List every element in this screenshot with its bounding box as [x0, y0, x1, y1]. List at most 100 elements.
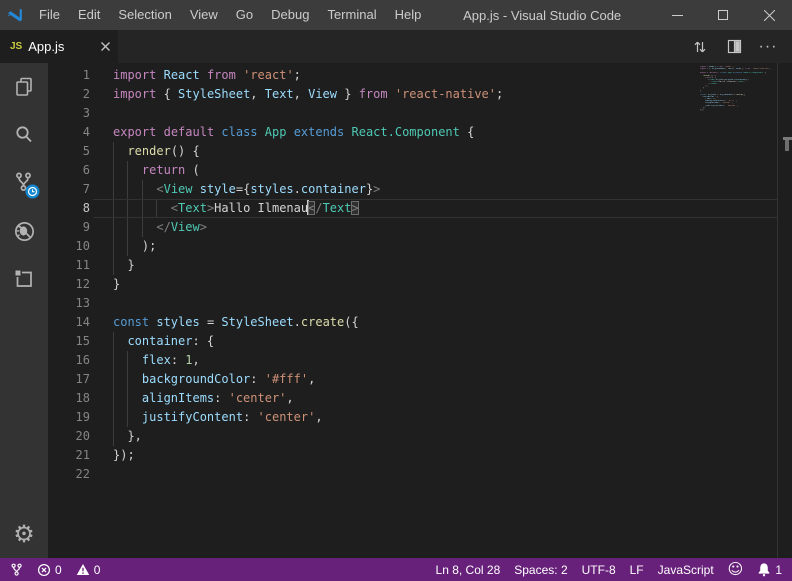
- errors-item[interactable]: 0: [37, 563, 62, 577]
- code-line-3: 3: [48, 104, 792, 123]
- line-number: 12: [48, 275, 90, 294]
- indent-guide: [113, 142, 114, 161]
- indent-guide: [127, 408, 128, 427]
- pending-clock-badge: [25, 184, 40, 199]
- indent-guide: [113, 161, 114, 180]
- encoding-label: UTF-8: [582, 563, 616, 577]
- line-number: 16: [48, 351, 90, 370]
- code-line-20: 20 },: [48, 427, 792, 446]
- indentation-label: Spaces: 2: [514, 563, 567, 577]
- notifications[interactable]: 1: [757, 562, 782, 577]
- indent-guide: [127, 237, 128, 256]
- search-icon[interactable]: [0, 111, 48, 159]
- menu-edit[interactable]: Edit: [69, 0, 109, 30]
- code-editor[interactable]: 1import React from 'react';2import { Sty…: [48, 63, 792, 558]
- indent-guide: [113, 180, 114, 199]
- warnings-item-label: 0: [94, 563, 101, 577]
- code-line-14: 14const styles = StyleSheet.create({: [48, 313, 792, 332]
- menu-view[interactable]: View: [181, 0, 227, 30]
- code-line-7: 7 <View style={styles.container}>: [48, 180, 792, 199]
- menu-selection[interactable]: Selection: [109, 0, 180, 30]
- indent-guide: [127, 351, 128, 370]
- more-actions-icon[interactable]: ···: [756, 35, 780, 59]
- title-bar: FileEditSelectionViewGoDebugTerminalHelp…: [0, 0, 792, 30]
- indent-guide: [113, 237, 114, 256]
- encoding[interactable]: UTF-8: [582, 563, 616, 577]
- tab-label: App.js: [28, 39, 64, 54]
- smiley-icon: ☺: [728, 562, 744, 577]
- line-number: 14: [48, 313, 90, 332]
- code-line-17: 17 backgroundColor: '#fff',: [48, 370, 792, 389]
- feedback-smiley[interactable]: ☺: [728, 562, 744, 577]
- code-line-2: 2import { StyleSheet, Text, View } from …: [48, 85, 792, 104]
- error-icon: [37, 563, 51, 577]
- maximize-button[interactable]: [700, 0, 746, 30]
- source-control-icon[interactable]: [0, 159, 48, 207]
- warnings-item[interactable]: 0: [76, 563, 101, 577]
- minimap[interactable]: import React from 'react';import { Style…: [700, 66, 777, 113]
- indentation[interactable]: Spaces: 2: [514, 563, 567, 577]
- line-number: 6: [48, 161, 90, 180]
- line-number: 13: [48, 294, 90, 313]
- extensions-icon[interactable]: [0, 255, 48, 303]
- close-button[interactable]: [746, 0, 792, 30]
- indent-guide: [113, 408, 114, 427]
- code-line-1: 1import React from 'react';: [48, 66, 792, 85]
- notifications-label: 1: [775, 563, 782, 577]
- menu-terminal[interactable]: Terminal: [318, 0, 385, 30]
- cursor-position[interactable]: Ln 8, Col 28: [436, 563, 501, 577]
- indent-guide: [113, 351, 114, 370]
- line-number: 4: [48, 123, 90, 142]
- line-number: 3: [48, 104, 90, 123]
- javascript-file-icon: JS: [10, 41, 22, 52]
- window-title: App.js - Visual Studio Code: [430, 8, 654, 23]
- status-bar: 0 0 Ln 8, Col 28 Spaces: 2 UTF-8 LF JavaScrip…: [0, 558, 792, 581]
- tab-appjs[interactable]: JS App.js: [0, 30, 118, 63]
- code-line-19: 19 justifyContent: 'center',: [48, 408, 792, 427]
- code-line-6: 6 return (: [48, 161, 792, 180]
- indent-guide: [113, 370, 114, 389]
- line-number: 17: [48, 370, 90, 389]
- language-mode[interactable]: JavaScript: [658, 563, 714, 577]
- menu-file[interactable]: File: [30, 0, 69, 30]
- indent-guide: [142, 218, 143, 237]
- eol[interactable]: LF: [630, 563, 644, 577]
- code-line-16: 16 flex: 1,: [48, 351, 792, 370]
- code-line-12: 12}: [48, 275, 792, 294]
- code-line-11: 11 }: [48, 256, 792, 275]
- line-number: 20: [48, 427, 90, 446]
- code-line-21: 21});: [48, 446, 792, 465]
- code-line-9: 9 </View>: [48, 218, 792, 237]
- git-branch-item[interactable]: [10, 562, 23, 577]
- menu-debug[interactable]: Debug: [262, 0, 318, 30]
- line-number: 19: [48, 408, 90, 427]
- indent-guide: [127, 218, 128, 237]
- indent-guide: [142, 199, 143, 218]
- menu-help[interactable]: Help: [386, 0, 431, 30]
- sync-arrows-icon[interactable]: [688, 35, 712, 59]
- settings-gear-icon[interactable]: ⚙: [0, 510, 48, 558]
- indent-guide: [127, 199, 128, 218]
- tab-close-icon[interactable]: [101, 42, 110, 51]
- explorer-icon[interactable]: [0, 63, 48, 111]
- menu-go[interactable]: Go: [227, 0, 262, 30]
- minimize-button[interactable]: [654, 0, 700, 30]
- line-number: 2: [48, 85, 90, 104]
- code-line-15: 15 container: {: [48, 332, 792, 351]
- menu-bar: FileEditSelectionViewGoDebugTerminalHelp: [30, 0, 430, 30]
- line-number: 5: [48, 142, 90, 161]
- vscode-logo-icon: [0, 6, 30, 24]
- split-editor-icon[interactable]: [722, 35, 746, 59]
- editor-tab-bar: JS App.js ···: [0, 30, 792, 63]
- indent-guide: [113, 199, 114, 218]
- debug-icon[interactable]: [0, 207, 48, 255]
- git-branch-icon: [10, 562, 23, 577]
- activity-bar: ⚙: [0, 63, 48, 558]
- line-number: 21: [48, 446, 90, 465]
- code-line-22: 22: [48, 465, 792, 484]
- indent-guide: [127, 370, 128, 389]
- line-number: 11: [48, 256, 90, 275]
- indent-guide: [113, 427, 114, 446]
- scrollbar-thumb[interactable]: [785, 140, 789, 151]
- indent-guide: [142, 180, 143, 199]
